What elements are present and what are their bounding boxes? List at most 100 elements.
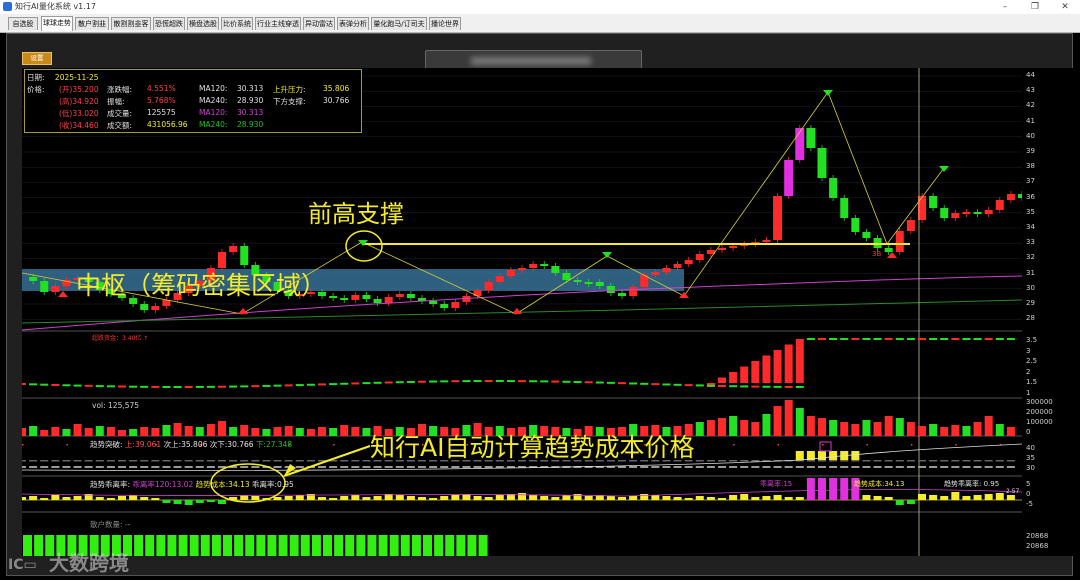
volume-info-label: 成交量: <box>107 109 133 118</box>
tab-analysis[interactable]: 表弹分析 <box>337 17 369 30</box>
trend-dash <box>51 460 60 462</box>
trend-dash <box>940 466 949 468</box>
volume-bar <box>1006 427 1015 436</box>
tab-world[interactable]: 播论世界 <box>429 17 461 30</box>
volume-bar <box>784 400 793 436</box>
candle-body <box>906 220 915 231</box>
retail-bar <box>167 535 177 556</box>
tab-trend[interactable]: 球球走势 <box>41 16 73 31</box>
price-tick: 31 <box>1026 268 1035 277</box>
deviation-bar <box>318 497 326 500</box>
capital-dash <box>184 385 193 388</box>
trend-dash <box>995 466 1004 468</box>
volume-bar <box>95 426 104 436</box>
trend-dash <box>718 460 726 462</box>
trend-dash <box>106 460 115 462</box>
volume-bar <box>184 426 193 436</box>
capital-dash <box>1006 338 1015 340</box>
capital-dash <box>706 384 715 387</box>
capital-dash <box>440 380 449 383</box>
capital-dash <box>751 385 760 388</box>
deviation-bar <box>18 497 26 500</box>
tab-radar[interactable]: 异动雷达 <box>303 17 335 30</box>
retail-bar <box>411 535 421 556</box>
capital-dash <box>73 384 82 387</box>
deviation-line <box>21 489 1023 497</box>
maximize-button[interactable]: ❐ <box>1020 0 1050 14</box>
tab-retail-cut[interactable]: 散户割韭 <box>75 17 109 30</box>
ma120-value: 30.313 <box>237 84 264 93</box>
trend-dash <box>295 466 304 468</box>
capital-dash <box>240 385 249 388</box>
candle-body <box>962 212 971 214</box>
trend-dash <box>806 460 815 462</box>
dev-tick: -5 <box>1026 500 1033 508</box>
trend-tick: 40 <box>1026 444 1035 452</box>
close-button[interactable]: ✕ <box>1050 0 1080 14</box>
support-value: 30.766 <box>323 96 350 105</box>
candle-body <box>595 282 604 286</box>
trend-dash <box>995 460 1004 462</box>
capital-dash <box>595 381 604 384</box>
capital-dash <box>518 380 526 383</box>
tab-sideways[interactable]: 横盘选股 <box>187 17 219 30</box>
candle-body <box>540 264 549 266</box>
capital-dash <box>640 382 649 385</box>
trend-dot <box>333 444 335 446</box>
deviation-bar <box>529 495 538 500</box>
kline-chart[interactable]: 3B 超跌资金：3.40亿 ↑ vol: 125,575 趋势突破: 上:39.… <box>18 68 1026 556</box>
volume-bar <box>862 420 871 436</box>
deviation-bar <box>740 494 749 500</box>
volume-bar <box>695 422 704 436</box>
capital-dash <box>495 380 504 383</box>
settings-button[interactable]: 设置 <box>22 52 52 65</box>
deviation-bar <box>662 496 671 500</box>
trend-dash <box>895 466 904 468</box>
deviation-bar <box>429 498 438 500</box>
trend-dash <box>29 466 38 468</box>
deviation-bar <box>206 500 215 502</box>
deviation-bar <box>684 498 693 500</box>
tab-quant[interactable]: 量化跑马/订司夫 <box>371 17 427 30</box>
trend-dash <box>851 466 860 468</box>
candle-body <box>29 277 38 281</box>
trend-dot <box>866 444 868 446</box>
capital-dash <box>773 385 782 388</box>
capital-dash <box>173 385 182 388</box>
candle-body <box>551 266 560 273</box>
tab-compare[interactable]: 比价系统 <box>221 17 253 30</box>
trend-dash <box>840 460 849 462</box>
retail-bar <box>223 535 232 556</box>
price-tick: 35 <box>1026 207 1035 216</box>
capital-dash <box>29 383 38 386</box>
trend-dash <box>618 466 626 468</box>
trend-dash <box>962 466 971 468</box>
volume-bar <box>718 418 726 436</box>
deviation-bar <box>862 495 871 500</box>
trend-dash <box>129 466 138 468</box>
deviation-small: 2.57 <box>1006 488 1020 495</box>
candle-body <box>1006 194 1015 200</box>
trend-dot <box>733 444 735 446</box>
trend-dash <box>984 460 993 462</box>
trend-dash <box>251 466 260 468</box>
trend-bar <box>829 451 838 460</box>
trend-dash <box>306 460 315 462</box>
tab-watchlist[interactable]: 自选股 <box>8 17 38 30</box>
trend-dash <box>884 466 893 468</box>
high-price: (高)34.920 <box>59 97 99 106</box>
minimize-button[interactable]: – <box>990 0 1020 14</box>
tab-industry[interactable]: 行业主线穿透 <box>255 17 301 30</box>
volume-bar <box>729 416 738 436</box>
trend-dash <box>629 466 638 468</box>
deviation-bar <box>118 496 126 500</box>
tab-panic-drop[interactable]: 恐慌超跌 <box>153 17 185 30</box>
tab-retail-cutter[interactable]: 散割割韭客 <box>111 17 151 30</box>
capital-dash <box>62 384 71 387</box>
trend-dash <box>918 460 926 462</box>
candle-body <box>784 160 794 196</box>
trend-dash <box>940 460 949 462</box>
trend-dash <box>173 466 182 468</box>
trend-dash <box>984 466 993 468</box>
trend-break-mid: 次上:35.806 <box>163 440 208 449</box>
